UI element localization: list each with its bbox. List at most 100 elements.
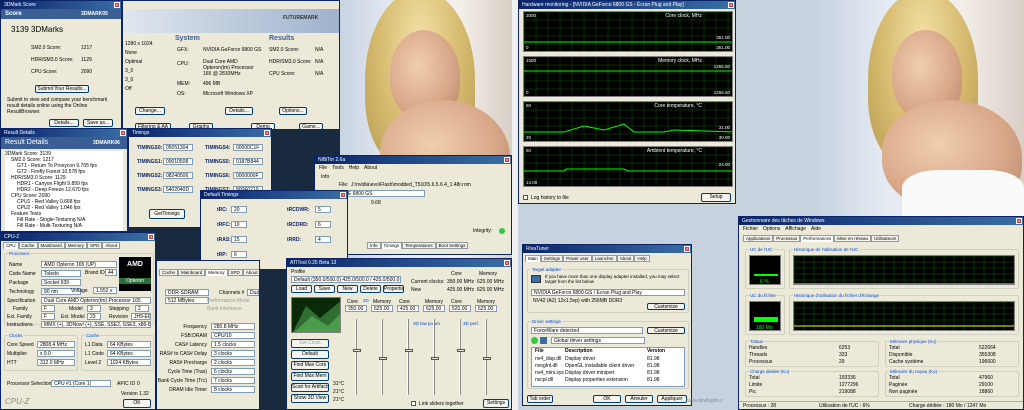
- clock-slider-track[interactable]: [405, 319, 413, 395]
- rivatuner-tab[interactable]: Launcher: [591, 255, 617, 262]
- result-tree[interactable]: 3DMark Score: 3139 SM2.0 Score: 1217 GT1 -…: [5, 151, 123, 231]
- timing-value[interactable]: 08240506: [163, 172, 193, 179]
- profile-button[interactable]: Delete: [360, 285, 381, 293]
- taskman-tab[interactable]: Mise en réseau: [834, 235, 872, 242]
- driver-file-cell[interactable]: OpenGL installable client driver: [565, 363, 634, 369]
- link-sliders-checkbox[interactable]: [411, 401, 416, 406]
- timing-value[interactable]: 5402040D: [163, 186, 193, 193]
- nibitor-tab[interactable]: Timings: [380, 242, 403, 249]
- timing-value[interactable]: 09010508: [163, 158, 193, 165]
- clock-slider-track[interactable]: [379, 319, 387, 395]
- nibitor-tab[interactable]: Boot Settings: [435, 242, 469, 249]
- customize-driver-button[interactable]: Customize: [647, 327, 685, 334]
- timing-select[interactable]: 4: [315, 236, 331, 243]
- memory-tabs[interactable]: Cache Mainboard Memory SPD About: [159, 269, 259, 276]
- cpuz-tab[interactable]: Memory: [64, 242, 88, 249]
- clock-column-value[interactable]: 425.00: [397, 305, 419, 312]
- timing-select[interactable]: 19: [231, 221, 247, 228]
- memory-tab[interactable]: SPD: [227, 269, 243, 276]
- profile-button[interactable]: Load: [291, 285, 312, 293]
- close-button[interactable]: x: [340, 192, 346, 198]
- driver-file-cell[interactable]: Display properties extension: [565, 377, 628, 383]
- get-timings-button[interactable]: GetTimings: [149, 209, 185, 219]
- game-button[interactable]: Game...: [299, 123, 323, 129]
- tree-item[interactable]: Fill Rate - Multi-Texturing N/A: [5, 223, 123, 229]
- taskman-tab[interactable]: Applications: [743, 235, 774, 242]
- driver-column-header[interactable]: File: [535, 348, 544, 354]
- score-details-button[interactable]: Details...: [49, 119, 79, 127]
- settings-icon[interactable]: [540, 337, 547, 344]
- taskman-menu-bar[interactable]: Fichier Options Affichage Aide: [743, 226, 826, 232]
- change-button[interactable]: Change...: [135, 107, 165, 115]
- close-button[interactable]: x: [728, 2, 734, 8]
- driver-file-cell[interactable]: 81.98: [647, 363, 660, 369]
- driver-file-cell[interactable]: 81.98: [647, 377, 660, 383]
- clock-slider-handle[interactable]: [405, 349, 413, 352]
- clock-column-value[interactable]: 625.00: [423, 305, 445, 312]
- driver-file-cell[interactable]: nvcpl.dll: [535, 377, 553, 383]
- profile-button[interactable]: New: [337, 285, 358, 293]
- cpuz-tab[interactable]: Cache: [18, 242, 38, 249]
- clock-slider-track[interactable]: [431, 319, 439, 395]
- nibitor-menu-bar[interactable]: File Tools Help About: [319, 165, 382, 171]
- clock-slider-track[interactable]: [457, 319, 465, 395]
- taskman-tab[interactable]: Performances: [800, 235, 835, 242]
- nibitor-tab[interactable]: Temperatures: [402, 242, 436, 249]
- atitool-action-button[interactable]: Default: [291, 350, 329, 359]
- clock-slider-handle[interactable]: [457, 349, 465, 352]
- profile-select[interactable]: Default (350.0/500.0) 425.0/500.0 / 425.…: [291, 276, 401, 283]
- clock-slider-track[interactable]: [483, 319, 491, 395]
- clock-slider-handle[interactable]: [483, 357, 491, 360]
- driver-file-cell[interactable]: Display driver miniport: [565, 370, 614, 376]
- timing-select[interactable]: 20: [231, 206, 247, 213]
- close-button[interactable]: x: [264, 130, 270, 136]
- cpuz-tabs[interactable]: CPU Cache Mainboard Memory SPD About: [3, 242, 121, 249]
- driver-file-cell[interactable]: nvoglnt.dll: [535, 363, 558, 369]
- menu-item[interactable]: Tools: [332, 165, 344, 171]
- rivatuner-tab[interactable]: Help: [634, 255, 650, 262]
- close-button[interactable]: x: [504, 157, 510, 163]
- nibitor-tabs[interactable]: Info Timings Temperatures Boot Settings: [367, 242, 469, 249]
- atitool-action-button[interactable]: Show 3D View: [291, 394, 329, 403]
- cpuz-tab[interactable]: About: [102, 242, 121, 249]
- riva-ok-button[interactable]: OK: [593, 395, 621, 403]
- tab-order-button[interactable]: Tab order: [527, 395, 553, 403]
- menu-item[interactable]: Help: [349, 165, 359, 171]
- log-checkbox[interactable]: [523, 195, 528, 200]
- timing-value[interactable]: 00000C1F: [233, 144, 263, 151]
- processor-selection[interactable]: CPU #1 (Core 1): [51, 380, 111, 387]
- driver-column-header[interactable]: Version: [647, 348, 665, 354]
- riva-apply-button[interactable]: Appliquer: [657, 395, 687, 403]
- close-button[interactable]: x: [114, 2, 120, 8]
- nibitor-tab[interactable]: Info: [367, 242, 381, 249]
- go-icon[interactable]: [531, 337, 538, 344]
- close-button[interactable]: x: [120, 130, 126, 136]
- taskman-tabs[interactable]: Applications Processus Performances Mise en…: [743, 235, 900, 242]
- memory-tab[interactable]: Memory: [205, 269, 228, 276]
- driver-file-cell[interactable]: nv4_disp.dll: [535, 356, 561, 362]
- driver-file-cell[interactable]: Display driver: [565, 356, 595, 362]
- adapter-select[interactable]: NVIDIA GeForce 6800 GS / Écran Plug and …: [531, 289, 685, 296]
- menu-item[interactable]: Options: [763, 226, 780, 232]
- cpuz-tab[interactable]: Mainboard: [37, 242, 65, 249]
- menu-item[interactable]: Fichier: [743, 226, 758, 232]
- clock-slider-track[interactable]: [353, 319, 361, 395]
- clock-column-value[interactable]: 625.00: [371, 305, 393, 312]
- timing-select[interactable]: 6: [231, 251, 247, 258]
- rivatuner-tab[interactable]: Settings: [540, 255, 564, 262]
- profile-button[interactable]: Save: [314, 285, 335, 293]
- clock-slider-handle[interactable]: [379, 357, 387, 360]
- cpuz-tab[interactable]: CPU: [3, 242, 19, 249]
- close-button[interactable]: x: [148, 234, 154, 240]
- timing-value[interactable]: 0000000F: [233, 172, 263, 179]
- memory-tab[interactable]: About: [242, 269, 259, 276]
- atitool-action-button[interactable]: Find Max Mem: [291, 372, 329, 381]
- submit-results-button[interactable]: Submit Your Results...: [35, 85, 89, 93]
- system-details-button[interactable]: Details...: [225, 107, 253, 115]
- atitool-settings-button[interactable]: Settings: [483, 399, 509, 408]
- options-button[interactable]: Options...: [279, 107, 307, 115]
- timing-select[interactable]: 5: [315, 206, 331, 213]
- driver-file-cell[interactable]: 81.98: [647, 356, 660, 362]
- cpuz-tab[interactable]: SPD: [87, 242, 103, 249]
- atitool-action-button[interactable]: Find Max Core: [291, 361, 329, 370]
